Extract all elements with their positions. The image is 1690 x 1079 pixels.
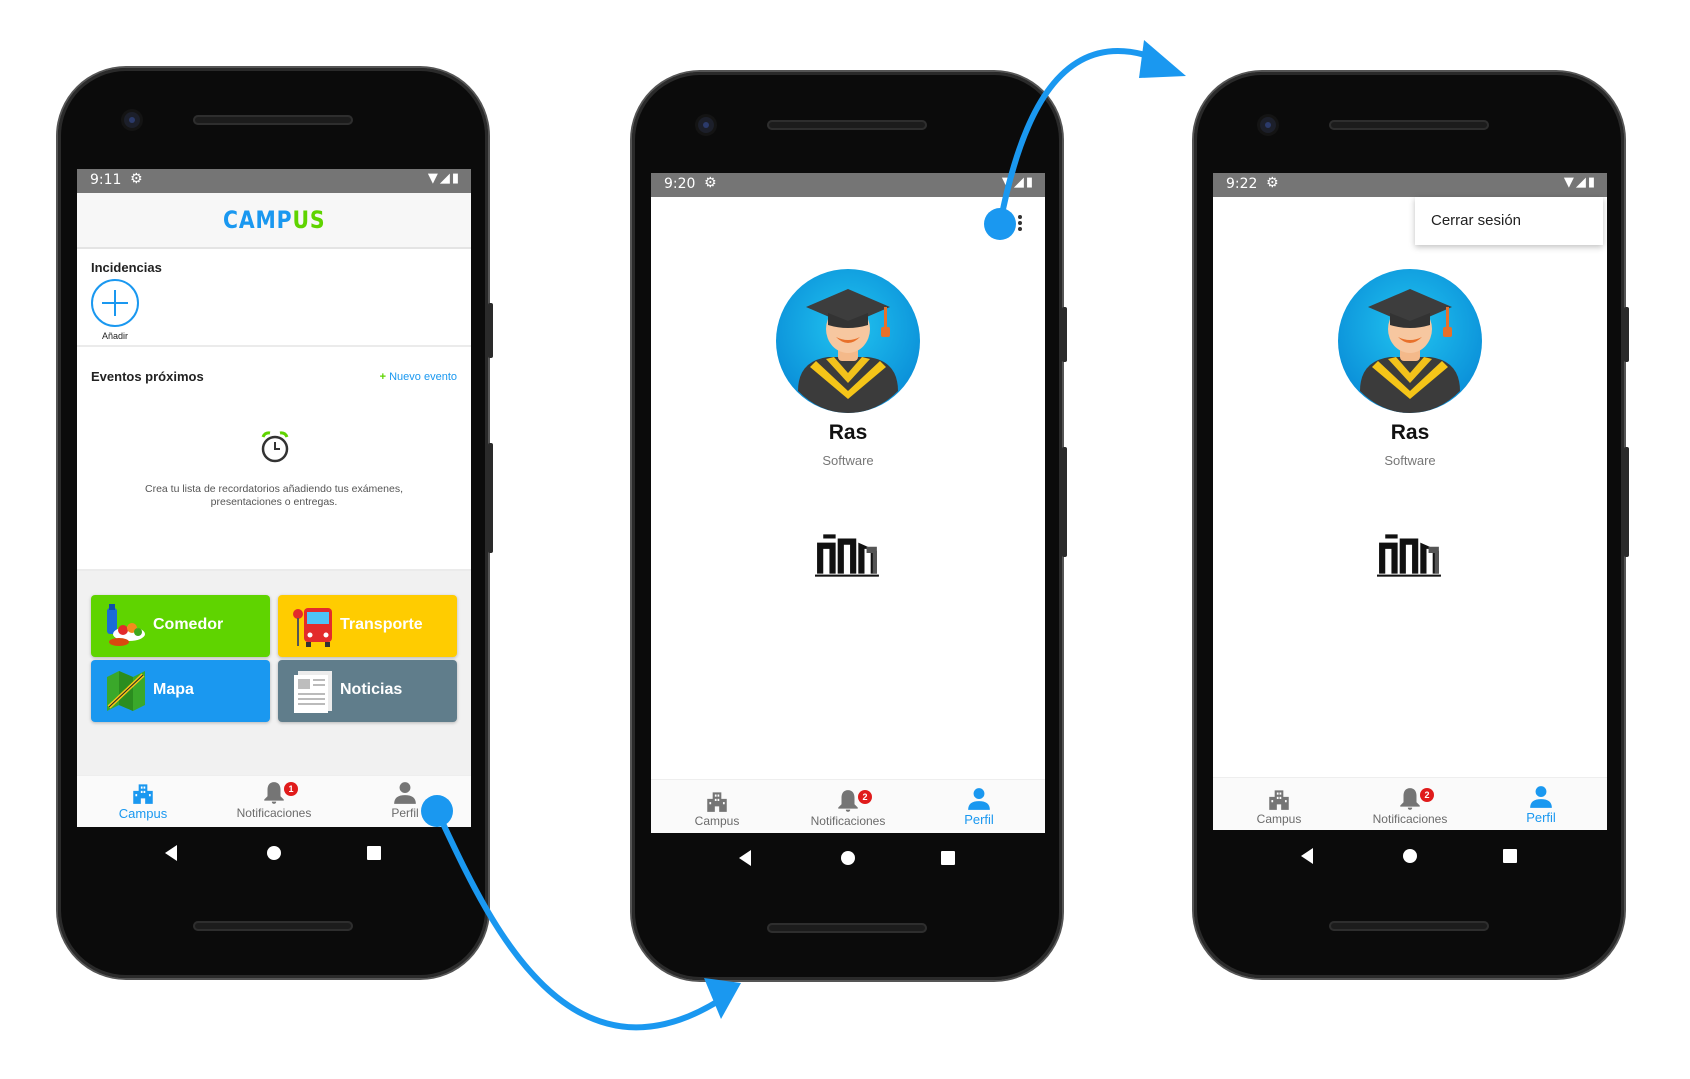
more-vert-icon: [1018, 215, 1022, 219]
screen-perfil: 9:20 ⚙ ▼◢▮ Ras Software Campus 2 Notific…: [651, 173, 1045, 833]
back-icon[interactable]: [739, 850, 751, 866]
tab-notificaciones[interactable]: 1 Notificaciones: [214, 780, 334, 820]
tab-notificaciones[interactable]: 2 Notificaciones: [1350, 786, 1470, 826]
food-icon: [107, 604, 145, 646]
graduate-avatar-icon: [1338, 269, 1482, 413]
building-icon: [130, 780, 156, 806]
bottom-navigation: Campus 1 Notificaciones Perfil: [77, 775, 471, 827]
comedor-label: Comedor: [153, 616, 224, 633]
earpiece: [767, 120, 927, 130]
tab-perfil[interactable]: Perfil: [919, 786, 1039, 827]
transporte-tile[interactable]: Transporte: [278, 595, 457, 657]
front-camera: [698, 117, 714, 133]
bottom-navigation: Campus 2 Notificaciones Perfil: [651, 779, 1045, 833]
bell-icon: [835, 788, 861, 814]
profile-name: Ras: [828, 421, 868, 444]
person-icon: [1528, 784, 1554, 810]
mapa-label: Mapa: [153, 681, 194, 698]
android-nav-bar: [77, 827, 471, 889]
app-header: CAMPUS: [77, 193, 471, 249]
tab-perfil[interactable]: Perfil: [1481, 784, 1601, 825]
tab-campus[interactable]: Campus: [657, 788, 777, 828]
signal-battery-icons: ▼◢▮: [1001, 175, 1035, 190]
bell-icon: [1397, 786, 1423, 812]
tab-campus[interactable]: Campus: [1219, 786, 1339, 826]
android-nav-bar: [1213, 830, 1607, 892]
map-icon: [107, 671, 145, 711]
recent-apps-icon[interactable]: [367, 846, 381, 860]
incidencias-title: Incidencias: [91, 260, 162, 275]
eventos-section: Eventos próximos + Nuevo evento Crea tu …: [77, 359, 471, 571]
earpiece: [193, 115, 353, 125]
phone-3: 9:22 ⚙ ▼◢▮ Cerrar sesión Ras Software Ca…: [1194, 72, 1629, 978]
person-icon: [966, 786, 992, 812]
arrow-2-head: [1139, 40, 1186, 78]
noticias-tile[interactable]: Noticias: [278, 660, 457, 722]
alarm-clock-icon: [261, 431, 289, 463]
noticias-label: Noticias: [340, 681, 403, 698]
university-logo-icon: [1377, 532, 1443, 578]
eventos-empty-text: Crea tu lista de recordatorios añadiendo…: [145, 483, 403, 508]
graduate-avatar-icon: [776, 269, 920, 413]
comedor-tile[interactable]: Comedor: [91, 595, 270, 657]
screen-perfil-menu-open: 9:22 ⚙ ▼◢▮ Cerrar sesión Ras Software Ca…: [1213, 173, 1607, 830]
settings-status-icon: ⚙: [130, 171, 143, 187]
earpiece: [1329, 120, 1489, 130]
plus-icon: +: [379, 371, 387, 383]
eventos-title: Eventos próximos: [91, 369, 204, 384]
arrow-1-head: [704, 978, 741, 1019]
front-camera: [1260, 117, 1276, 133]
settings-status-icon: ⚙: [1266, 175, 1279, 191]
home-icon[interactable]: [1403, 849, 1417, 863]
logout-menu-item[interactable]: Cerrar sesión: [1431, 212, 1521, 229]
status-bar: 9:22 ⚙ ▼◢▮: [1213, 173, 1607, 197]
android-nav-bar: [651, 832, 1045, 894]
phone-1: 9:11 ⚙ ▼◢▮ CAMPUS Incidencias Añadir Eve…: [58, 68, 493, 978]
recent-apps-icon[interactable]: [941, 851, 955, 865]
newspaper-icon: [294, 671, 332, 713]
signal-battery-icons: ▼◢▮: [1563, 175, 1597, 190]
status-bar: 9:11 ⚙ ▼◢▮: [77, 169, 471, 193]
mapa-tile[interactable]: Mapa: [91, 660, 270, 722]
bell-icon: [261, 780, 287, 806]
status-time: 9:11: [90, 172, 122, 188]
back-icon[interactable]: [165, 845, 177, 861]
overflow-menu: Cerrar sesión: [1415, 197, 1603, 245]
home-icon[interactable]: [841, 851, 855, 865]
back-icon[interactable]: [1301, 848, 1313, 864]
notification-badge: 1: [284, 782, 298, 796]
university-logo-icon: [815, 532, 881, 578]
tab-notificaciones[interactable]: 2 Notificaciones: [788, 788, 908, 828]
phone-2: 9:20 ⚙ ▼◢▮ Ras Software Campus 2 Notific…: [632, 72, 1067, 980]
status-time: 9:20: [664, 176, 696, 192]
notification-badge: 2: [858, 790, 872, 804]
person-icon: [392, 780, 418, 806]
home-icon[interactable]: [267, 846, 281, 860]
bottom-navigation: Campus 2 Notificaciones Perfil: [1213, 777, 1607, 830]
signal-battery-icons: ▼◢▮: [427, 171, 461, 186]
building-icon: [704, 788, 730, 814]
building-icon: [1266, 786, 1292, 812]
front-camera: [124, 112, 140, 128]
profile-name: Ras: [1390, 421, 1430, 444]
settings-status-icon: ⚙: [704, 175, 717, 191]
notification-badge: 2: [1420, 788, 1434, 802]
add-incidencia-label: Añadir: [101, 331, 128, 341]
tab-perfil[interactable]: Perfil: [345, 780, 465, 820]
bus-icon: [293, 608, 332, 647]
profile-subtitle: Software: [822, 453, 874, 468]
status-time: 9:22: [1226, 176, 1258, 192]
tab-campus[interactable]: Campus: [83, 780, 203, 821]
profile-subtitle: Software: [1384, 453, 1436, 468]
overflow-menu-button[interactable]: [1017, 215, 1023, 235]
transporte-label: Transporte: [340, 616, 423, 633]
services-grid: Comedor Transporte Mapa Noticias: [77, 571, 471, 777]
screen-campus-home: 9:11 ⚙ ▼◢▮ CAMPUS Incidencias Añadir Eve…: [77, 169, 471, 827]
recent-apps-icon[interactable]: [1503, 849, 1517, 863]
incidencias-section: Incidencias Añadir: [77, 249, 471, 347]
add-incidencia-button[interactable]: [91, 279, 139, 327]
new-event-button[interactable]: + Nuevo evento: [380, 371, 457, 383]
status-bar: 9:20 ⚙ ▼◢▮: [651, 173, 1045, 197]
campus-logo: CAMPUS: [222, 206, 326, 234]
